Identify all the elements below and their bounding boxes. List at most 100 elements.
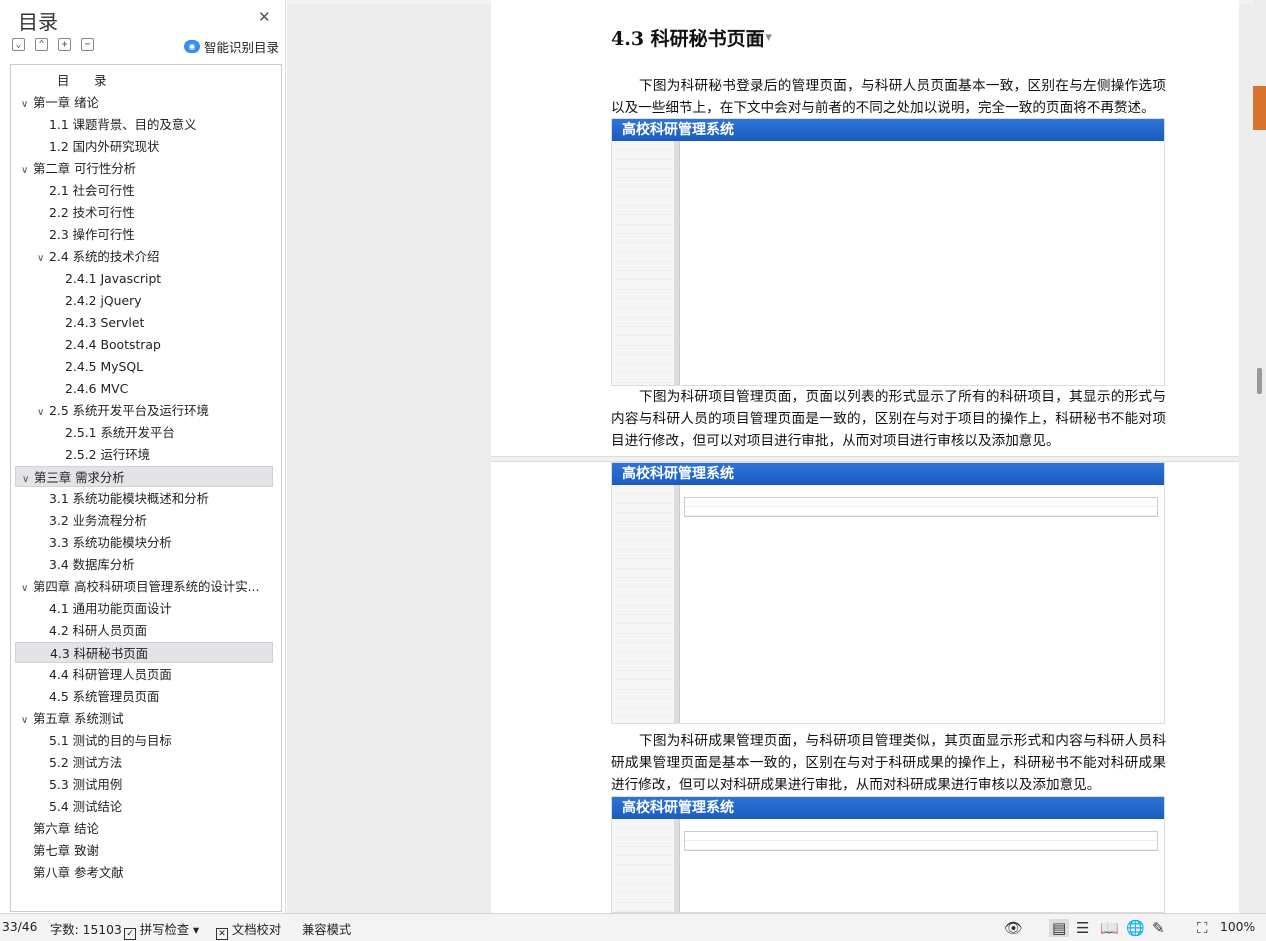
outline-view-icon[interactable]: ☰ xyxy=(1076,919,1089,937)
toc-item[interactable]: 1.1 课题背景、目的及意义 xyxy=(15,114,273,135)
collapse-all-icon[interactable]: ⌄ xyxy=(12,38,25,51)
scroll-thumb[interactable] xyxy=(1257,368,1262,394)
toc-item[interactable]: 5.3 测试用例 xyxy=(15,774,273,795)
toc-item[interactable]: ∨ 第五章 系统测试 xyxy=(15,708,273,729)
reading-view-icon[interactable]: 📖 xyxy=(1100,919,1119,937)
toc-item[interactable]: 第八章 参考文献 xyxy=(15,862,273,883)
page-count[interactable]: 33/46 xyxy=(2,920,37,934)
toc-item[interactable]: 第六章 结论 xyxy=(15,818,273,839)
toc-item[interactable]: 2.1 社会可行性 xyxy=(15,180,273,201)
toc-item-label: 3.2 业务流程分析 xyxy=(49,513,147,528)
screenshot-table xyxy=(684,497,1158,517)
remove-icon[interactable]: − xyxy=(81,38,94,51)
screenshot-menu-row xyxy=(615,225,679,234)
toc-item[interactable]: 4.2 科研人员页面 xyxy=(15,620,273,641)
toc-item-label: 5.3 测试用例 xyxy=(49,777,123,792)
toc-item[interactable]: 4.3 科研秘书页面 xyxy=(15,642,273,663)
toc-item[interactable]: 3.1 系统功能模块概述和分析 xyxy=(15,488,273,509)
toc-item[interactable]: 2.2 技术可行性 xyxy=(15,202,273,223)
toc-item[interactable]: 2.4.2 jQuery xyxy=(15,290,273,311)
vertical-scrollbar[interactable] xyxy=(1253,0,1266,913)
toc-item[interactable]: 5.4 测试结论 xyxy=(15,796,273,817)
screenshot-menu-row xyxy=(615,699,679,709)
fit-page-icon[interactable]: ⛶ xyxy=(1197,919,1208,937)
toc-item-label: 3.4 数据库分析 xyxy=(49,557,135,572)
chevron-down-icon[interactable]: ∨ xyxy=(21,94,33,113)
embedded-screenshot: 高校科研管理系统 xyxy=(611,796,1165,913)
toc-item[interactable]: 2.4.6 MVC xyxy=(15,378,273,399)
chevron-down-icon[interactable]: ∨ xyxy=(37,248,49,267)
toc-item[interactable]: 2.4.3 Servlet xyxy=(15,312,273,333)
web-view-icon[interactable]: 🌐 xyxy=(1126,919,1145,937)
smart-toc-button[interactable]: ◉ 智能识别目录 xyxy=(184,37,279,56)
screenshot-menu-row xyxy=(615,197,679,207)
toc-item[interactable]: 2.5.2 运行环境 xyxy=(15,444,273,465)
toc-item[interactable]: 4.5 系统管理员页面 xyxy=(15,686,273,707)
toc-item-label: 3.1 系统功能模块概述和分析 xyxy=(49,491,209,506)
screenshot-menu-row xyxy=(615,243,679,253)
toc-item[interactable]: 2.4.4 Bootstrap xyxy=(15,334,273,355)
screenshot-menu-row xyxy=(615,169,679,179)
page-break xyxy=(491,456,1239,462)
embedded-screenshot: 高校科研管理系统 xyxy=(611,118,1165,386)
proofread-icon: ✕ xyxy=(216,928,228,940)
toc-item[interactable]: ∨ 2.5 系统开发平台及运行环境 xyxy=(15,400,273,421)
toc-item-label: 5.2 测试方法 xyxy=(49,755,123,770)
toc-item-label: 第八章 参考文献 xyxy=(33,865,124,880)
toc-item-label: 2.3 操作可行性 xyxy=(49,227,135,242)
screenshot-menu-row xyxy=(615,587,679,597)
toc-title: 目录 xyxy=(18,10,58,34)
toc-item-label: 2.4.6 MVC xyxy=(65,381,129,396)
toc-item-label: 4.5 系统管理员页面 xyxy=(49,689,160,704)
eye-icon[interactable]: 👁 xyxy=(1004,919,1023,937)
toc-item[interactable]: 3.3 系统功能模块分析 xyxy=(15,532,273,553)
toc-item[interactable]: 4.4 科研管理人员页面 xyxy=(15,664,273,685)
chevron-down-icon[interactable]: ∨ xyxy=(22,469,34,486)
pen-icon[interactable]: ✎ xyxy=(1152,919,1165,937)
screenshot-menu-row xyxy=(615,308,679,318)
toc-item[interactable]: 5.2 测试方法 xyxy=(15,752,273,773)
page-view-icon[interactable]: ▤ xyxy=(1049,919,1070,937)
screenshot-menu-row xyxy=(615,485,679,495)
toc-item[interactable]: 4.1 通用功能页面设计 xyxy=(15,598,273,619)
screenshot-menu-row xyxy=(615,847,679,857)
word-count[interactable]: 字数: 15103 xyxy=(50,920,122,938)
chevron-down-icon[interactable]: ∨ xyxy=(21,578,33,597)
close-icon[interactable]: ✕ xyxy=(258,8,271,26)
proofread-button[interactable]: ✕ 文档校对 xyxy=(216,920,281,940)
toc-item[interactable]: 3.2 业务流程分析 xyxy=(15,510,273,531)
toc-item[interactable]: 2.4.5 MySQL xyxy=(15,356,273,377)
toc-item[interactable]: 3.4 数据库分析 xyxy=(15,554,273,575)
screenshot-menu-row xyxy=(615,299,679,309)
toc-item[interactable]: 2.5.1 系统开发平台 xyxy=(15,422,273,443)
toc-item-label: 第三章 需求分析 xyxy=(34,470,125,485)
screenshot-scrollbar xyxy=(674,819,679,912)
toc-item[interactable]: ∨ 第一章 绪论 xyxy=(15,92,273,113)
screenshot-header: 高校科研管理系统 xyxy=(612,797,1164,819)
screenshot-menu-row xyxy=(615,875,679,885)
toc-item[interactable]: ∨ 第三章 需求分析 xyxy=(15,466,273,487)
zoom-level[interactable]: 100% xyxy=(1220,920,1255,934)
chevron-down-icon[interactable]: ∨ xyxy=(37,402,49,421)
screenshot-menu-row xyxy=(615,504,679,513)
screenshot-menu-row xyxy=(615,838,679,847)
chevron-down-icon[interactable]: ∨ xyxy=(21,160,33,179)
toc-item[interactable]: 2.3 操作可行性 xyxy=(15,224,273,245)
screenshot-menu-row xyxy=(615,531,679,541)
screenshot-table xyxy=(684,831,1158,851)
toc-item-label: 4.1 通用功能页面设计 xyxy=(49,601,172,616)
screenshot-menu-row xyxy=(615,578,679,588)
expand-up-icon[interactable]: ⌃ xyxy=(35,38,48,51)
toc-item[interactable]: 目 录 xyxy=(15,70,273,91)
add-icon[interactable]: + xyxy=(58,38,71,51)
toc-item[interactable]: ∨ 第二章 可行性分析 xyxy=(15,158,273,179)
toc-item-label: 2.2 技术可行性 xyxy=(49,205,135,220)
toc-item[interactable]: 第七章 致谢 xyxy=(15,840,273,861)
toc-item[interactable]: ∨ 2.4 系统的技术介绍 xyxy=(15,246,273,267)
toc-item[interactable]: 5.1 测试的目的与目标 xyxy=(15,730,273,751)
toc-item[interactable]: 1.2 国内外研究现状 xyxy=(15,136,273,157)
chevron-down-icon[interactable]: ∨ xyxy=(21,710,33,729)
toc-item[interactable]: ∨ 第四章 高校科研项目管理系统的设计实... xyxy=(15,576,273,597)
spell-check-button[interactable]: ✓ 拼写检查 ▾ xyxy=(124,920,199,940)
toc-item[interactable]: 2.4.1 Javascript xyxy=(15,268,273,289)
